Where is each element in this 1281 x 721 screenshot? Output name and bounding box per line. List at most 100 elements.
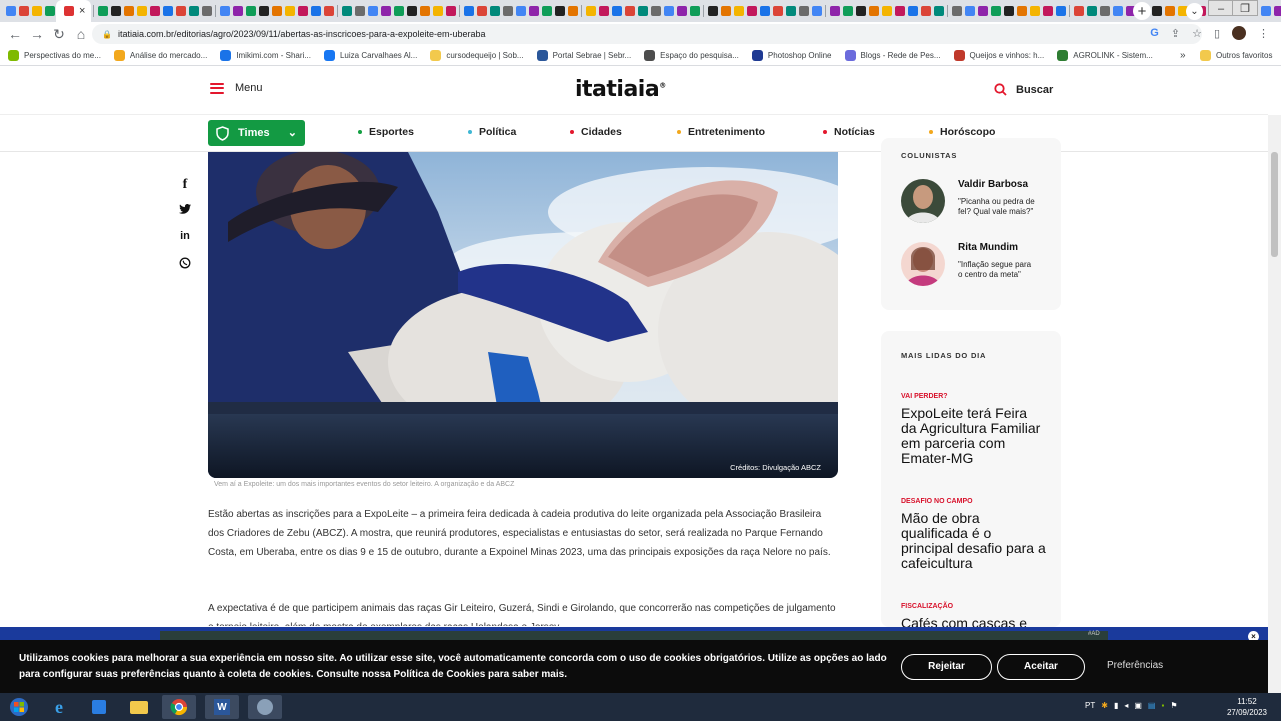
- new-tab-button[interactable]: +: [1133, 2, 1151, 20]
- page-scrollbar[interactable]: [1268, 115, 1281, 693]
- taskbar-clock[interactable]: 11:52 27/09/2023: [1227, 696, 1267, 718]
- nav-category-política[interactable]: Política: [468, 126, 516, 138]
- tab-favicon[interactable]: [406, 6, 417, 16]
- tab-favicon[interactable]: [868, 6, 879, 16]
- tab-favicon[interactable]: [188, 6, 199, 16]
- tab-favicon[interactable]: [44, 6, 55, 16]
- tab-favicon[interactable]: [720, 6, 731, 16]
- tab-favicon[interactable]: [245, 6, 256, 16]
- bookmark-label[interactable]: AGROLINK - Sistem...: [1073, 51, 1153, 60]
- tab-favicon[interactable]: [894, 6, 905, 16]
- columnist-name[interactable]: Rita Mundim: [958, 242, 1018, 253]
- tab-favicon[interactable]: [123, 6, 134, 16]
- tab-favicon[interactable]: [354, 6, 365, 16]
- menu-button[interactable]: Menu: [210, 82, 263, 94]
- tab-favicon[interactable]: [175, 6, 186, 16]
- article-hero-image[interactable]: Créditos: Divulgação ABCZ: [208, 152, 838, 478]
- url-bar[interactable]: 🔒 itatiaia.com.br/editorias/agro/2023/09…: [92, 24, 1202, 44]
- columnist-quote[interactable]: "Picanha ou pedra de fel? Qual vale mais…: [958, 197, 1036, 217]
- tab-favicon[interactable]: [554, 6, 565, 16]
- bookmark-item[interactable]: Imikimi.com - Shari...: [220, 50, 311, 61]
- bookmark-item[interactable]: Análise do mercado...: [113, 50, 207, 61]
- tab-favicon[interactable]: [1112, 6, 1123, 16]
- tab-favicon[interactable]: [284, 6, 295, 16]
- tab-favicon[interactable]: [1073, 6, 1084, 16]
- tab-favicon[interactable]: [650, 6, 661, 16]
- tab-favicon[interactable]: [1086, 6, 1097, 16]
- tab-favicon[interactable]: [341, 6, 352, 16]
- tab-favicon[interactable]: [201, 6, 212, 16]
- tab-favicon[interactable]: [689, 6, 700, 16]
- bookmark-label[interactable]: Blogs - Rede de Pes...: [861, 51, 941, 60]
- bookmark-item[interactable]: cursodequeijo | Sob...: [430, 50, 524, 61]
- bookmark-label[interactable]: Photoshop Online: [768, 51, 832, 60]
- tab-favicon[interactable]: [1029, 6, 1040, 16]
- tab-favicon[interactable]: [476, 6, 487, 16]
- nav-category-label[interactable]: Notícias: [834, 126, 875, 138]
- chrome-menu-icon[interactable]: ⋮: [1258, 27, 1269, 40]
- reload-icon[interactable]: ↻: [48, 26, 70, 43]
- tray-icon[interactable]: ✱: [1101, 701, 1108, 710]
- bookmark-label[interactable]: Perspectivas do me...: [24, 51, 101, 60]
- avatar[interactable]: [901, 242, 945, 286]
- file-explorer-icon[interactable]: [122, 695, 156, 719]
- tab-favicon[interactable]: [31, 6, 42, 16]
- bookmark-label[interactable]: Espaço do pesquisa...: [660, 51, 739, 60]
- tab-close-icon[interactable]: ×: [79, 5, 85, 17]
- maximize-button[interactable]: ❐: [1232, 0, 1258, 16]
- bookmark-label[interactable]: cursodequeijo | Sob...: [446, 51, 523, 60]
- active-tab[interactable]: ×: [56, 0, 92, 22]
- tab-favicon[interactable]: [811, 6, 822, 16]
- tab-favicon[interactable]: [515, 6, 526, 16]
- tab-favicon[interactable]: [1016, 6, 1027, 16]
- media-player-icon[interactable]: [82, 695, 116, 719]
- tab-favicon[interactable]: [149, 6, 160, 16]
- tab-favicon[interactable]: [1055, 6, 1066, 16]
- tab-favicon[interactable]: [219, 6, 230, 16]
- tab-favicon[interactable]: [1042, 6, 1053, 16]
- tray-icon[interactable]: ▪: [1161, 701, 1164, 710]
- tab-favicon[interactable]: [1151, 6, 1162, 16]
- tab-favicon[interactable]: [637, 6, 648, 16]
- tab-favicon[interactable]: [920, 6, 931, 16]
- bookmark-item[interactable]: Espaço do pesquisa...: [644, 50, 739, 61]
- flag-icon[interactable]: ⚑: [1170, 701, 1177, 710]
- nav-category-entretenimento[interactable]: Entretenimento: [677, 126, 765, 138]
- tab-favicon[interactable]: [489, 6, 500, 16]
- tab-favicon[interactable]: [1164, 6, 1175, 16]
- tab-favicon[interactable]: [271, 6, 282, 16]
- scrollbar-thumb[interactable]: [1271, 152, 1278, 257]
- tab-favicon[interactable]: [598, 6, 609, 16]
- facebook-share-icon[interactable]: f: [178, 177, 192, 193]
- tab-favicon[interactable]: [977, 6, 988, 16]
- tab-favicon[interactable]: [707, 6, 718, 16]
- tab-search-chevron-icon[interactable]: ⌄: [1186, 3, 1203, 20]
- tab-favicon[interactable]: [785, 6, 796, 16]
- ad-banner[interactable]: #AD: [0, 627, 1268, 640]
- other-bookmarks[interactable]: Outros favoritos: [1200, 50, 1272, 61]
- share-icon[interactable]: ⇪: [1171, 27, 1180, 40]
- bookmarks-more-icon[interactable]: »: [1180, 50, 1186, 61]
- bookmark-label[interactable]: Análise do mercado...: [130, 51, 207, 60]
- nav-category-label[interactable]: Política: [479, 126, 516, 138]
- lock-icon[interactable]: 🔒: [102, 30, 112, 39]
- tab-favicon[interactable]: [136, 6, 147, 16]
- tab-favicon[interactable]: [502, 6, 513, 16]
- whatsapp-share-icon[interactable]: [178, 257, 192, 272]
- bookmark-item[interactable]: Queijos e vinhos: h...: [953, 50, 1044, 61]
- bookmark-label[interactable]: Luiza Carvalhaes Al...: [340, 51, 417, 60]
- google-lens-icon[interactable]: G: [1150, 27, 1159, 39]
- tab-favicon[interactable]: [798, 6, 809, 16]
- search-button[interactable]: Buscar: [994, 83, 1053, 96]
- tab-favicons-left[interactable]: [4, 6, 56, 16]
- tab-favicon[interactable]: [18, 6, 29, 16]
- twitter-share-icon[interactable]: [178, 203, 192, 217]
- bookmark-item[interactable]: Perspectivas do me...: [8, 50, 101, 61]
- back-icon[interactable]: ←: [4, 26, 26, 42]
- nav-category-notícias[interactable]: Notícias: [823, 126, 875, 138]
- tab-favicon[interactable]: [829, 6, 840, 16]
- tab-favicon[interactable]: [541, 6, 552, 16]
- site-logo[interactable]: itatiaia®: [575, 77, 666, 102]
- tray-icon[interactable]: ▣: [1134, 701, 1142, 710]
- tab-favicon[interactable]: [97, 6, 108, 16]
